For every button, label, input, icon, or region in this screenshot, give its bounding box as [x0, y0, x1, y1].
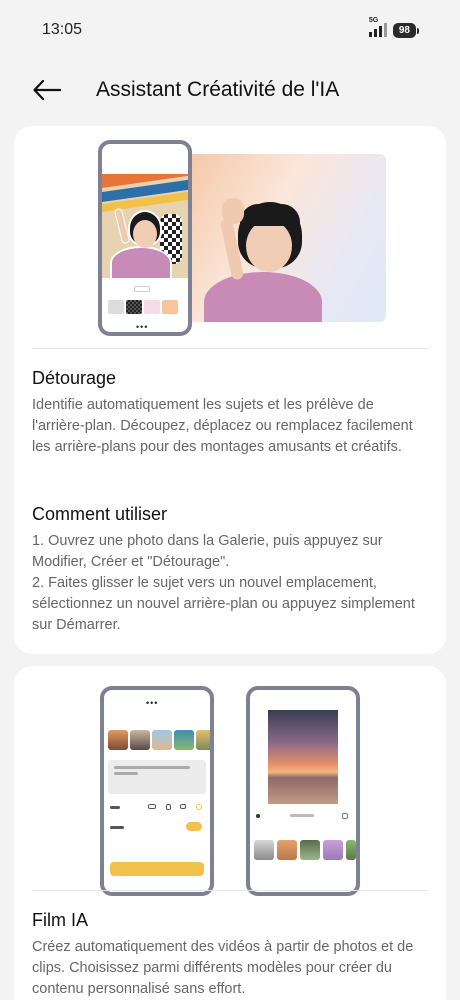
- feature-card-detourage: ••• Détourage Identifie automatiquement …: [14, 126, 446, 654]
- divider: [32, 890, 428, 891]
- page-title: Assistant Créativité de l'IA: [96, 78, 340, 101]
- status-time: 13:05: [42, 21, 83, 38]
- feature-title: Détourage: [32, 368, 117, 388]
- phone-mockup-settings: •••: [100, 686, 214, 896]
- howto-steps: 1. Ouvrez une photo dans la Galerie, pui…: [32, 533, 415, 633]
- feature-title: Film IA: [32, 910, 88, 930]
- phone-mockup-preview: [246, 686, 360, 896]
- status-bar: 13:05 5G 98: [0, 0, 460, 60]
- feature-description: Identifie automatiquement les sujets et …: [32, 397, 413, 455]
- signal-icon: 5G: [368, 17, 387, 37]
- divider: [32, 348, 428, 349]
- result-photo: [186, 154, 386, 322]
- detourage-illustration: •••: [14, 126, 446, 348]
- app-header: Assistant Créativité de l'IA: [0, 60, 460, 120]
- arrow-left-icon: [33, 80, 61, 100]
- network-type: 5G: [368, 17, 379, 24]
- film-ia-illustration: •••: [14, 666, 446, 896]
- feature-section: Film IA Créez automatiquement des vidéos…: [32, 910, 428, 1000]
- howto-title: Comment utiliser: [32, 504, 168, 524]
- feature-description: Créez automatiquement des vidéos à parti…: [32, 939, 414, 997]
- feature-card-film-ia: ••• Film IA Créez automatiquement des vi…: [14, 666, 446, 1000]
- howto-section: Comment utiliser 1. Ouvrez une photo dan…: [32, 504, 428, 636]
- feature-section: Détourage Identifie automatiquement les …: [32, 368, 428, 458]
- status-icons: 5G 98: [368, 17, 420, 38]
- back-button[interactable]: [32, 75, 62, 105]
- phone-mockup-editor: •••: [98, 140, 192, 336]
- battery-icon: 98: [392, 22, 420, 38]
